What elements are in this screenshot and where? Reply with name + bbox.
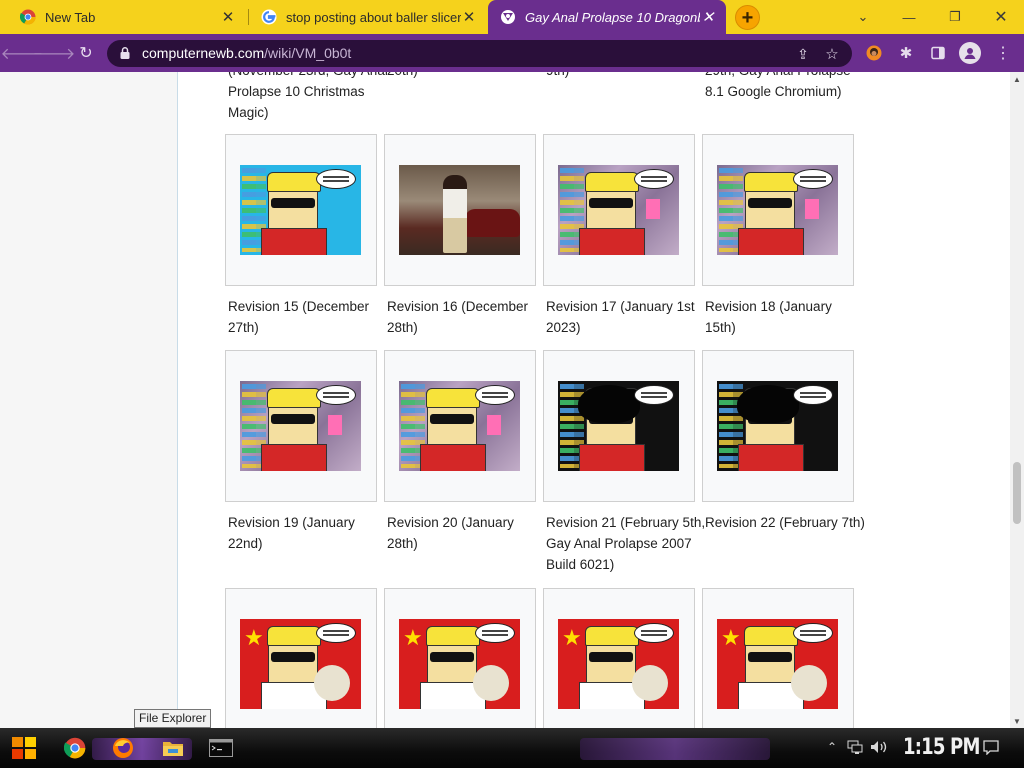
profile-avatar-icon[interactable] <box>959 42 981 64</box>
close-tab-icon[interactable]: ✕ <box>700 9 716 26</box>
forward-button[interactable]: 🡒 <box>33 41 76 65</box>
revision-screenshot-thumbnail[interactable]: ★ <box>399 619 520 709</box>
gallery-caption: Revision 21 (February 5th, Gay Anal Prol… <box>546 515 706 572</box>
close-tab-icon[interactable]: ✕ <box>461 9 477 26</box>
scrollbar-thumb[interactable] <box>1013 462 1021 524</box>
tab-new-tab[interactable]: New Tab ✕ <box>8 0 246 34</box>
wiki-favicon-icon <box>500 9 516 25</box>
tab-title: Gay Anal Prolapse 10 Dragonball <box>525 9 700 25</box>
taskbar: ⌃ 1:15 PM <box>0 728 1024 768</box>
gallery-caption: 20th) <box>387 72 547 81</box>
gallery-thumbnail-frame[interactable] <box>225 134 377 286</box>
gallery-thumbnail-frame[interactable] <box>384 350 536 502</box>
revision-screenshot-thumbnail[interactable]: ★ <box>240 619 361 709</box>
revision-screenshot-thumbnail[interactable] <box>240 381 361 471</box>
revision-screenshot-thumbnail[interactable]: ★ <box>558 619 679 709</box>
tab-active-wiki[interactable]: Gay Anal Prolapse 10 Dragonball ✕ <box>488 0 726 34</box>
gallery-caption: Revision 17 (January 1st 2023) <box>546 299 695 335</box>
file-explorer-icon[interactable] <box>161 736 185 760</box>
google-icon <box>261 9 277 25</box>
revision-screenshot-thumbnail[interactable]: ★ <box>717 619 838 709</box>
network-icon[interactable] <box>847 740 863 757</box>
revision-screenshot-thumbnail[interactable] <box>399 165 520 255</box>
gallery-caption: 9th) <box>546 72 706 81</box>
tray-overflow-icon[interactable]: ⌃ <box>827 740 837 754</box>
address-bar[interactable]: computernewb.com/wiki/VM_0b0t ⇪ ☆ <box>107 40 852 67</box>
wiki-sidebar <box>0 72 178 728</box>
taskbar-clock[interactable]: 1:15 PM <box>903 735 980 760</box>
tab-title: New Tab <box>45 9 96 25</box>
gallery-thumbnail-frame[interactable] <box>384 134 536 286</box>
gallery-thumbnail-frame[interactable]: ★ <box>543 588 695 728</box>
minimize-icon[interactable]: — <box>886 0 932 34</box>
revision-screenshot-thumbnail[interactable] <box>717 165 838 255</box>
bookmark-star-icon[interactable]: ☆ <box>824 46 840 63</box>
page-scrollbar[interactable]: ▲ ▼ <box>1010 72 1024 728</box>
gallery-thumbnail-frame[interactable] <box>702 134 854 286</box>
restore-icon[interactable]: ❐ <box>932 0 978 34</box>
gallery-caption: (November 23rd, Gay Anal Prolapse 10 Chr… <box>228 72 388 120</box>
gallery-thumbnail-frame[interactable] <box>543 350 695 502</box>
tab-strip: New Tab ✕ stop posting about baller slic… <box>0 0 1024 34</box>
tab-title: stop posting about baller slicer <box>286 9 461 25</box>
revision-screenshot-thumbnail[interactable] <box>399 381 520 471</box>
side-panel-icon[interactable] <box>929 44 947 62</box>
chrome-icon <box>20 9 36 25</box>
revision-screenshot-thumbnail[interactable] <box>240 165 361 255</box>
gallery-caption: Revision 22 (February 7th) <box>705 515 865 530</box>
gallery-thumbnail-frame[interactable] <box>225 350 377 502</box>
scroll-down-icon[interactable]: ▼ <box>1010 714 1024 728</box>
volume-icon[interactable] <box>870 740 888 757</box>
gallery-thumbnail-frame[interactable]: ★ <box>702 588 854 728</box>
taskbar-glow <box>580 738 770 760</box>
browser-toolbar: 🡐 🡒 ↻ computernewb.com/wiki/VM_0b0t ⇪ ☆ … <box>0 34 1024 72</box>
url-path: /wiki/VM_0b0t <box>264 45 352 61</box>
gallery-caption: Revision 16 (December 28th) <box>387 299 529 335</box>
url-host: computernewb.com <box>142 45 265 61</box>
gallery-thumbnail-frame[interactable]: ★ <box>384 588 536 728</box>
gallery-thumbnail-frame[interactable] <box>702 350 854 502</box>
gallery-caption: Revision 20 (January 28th) <box>387 515 514 551</box>
close-tab-icon[interactable]: ✕ <box>220 9 236 26</box>
extension-avatar-icon[interactable] <box>865 44 883 62</box>
gallery-thumbnail-frame[interactable] <box>543 134 695 286</box>
extensions-puzzle-icon[interactable]: ✱ <box>897 44 915 62</box>
revision-screenshot-thumbnail[interactable] <box>717 381 838 471</box>
revision-screenshot-thumbnail[interactable] <box>558 381 679 471</box>
gallery-caption: 29th, Gay Anal Prolapse 8.1 Google Chrom… <box>705 72 851 99</box>
url-text: computernewb.com/wiki/VM_0b0t <box>142 45 351 61</box>
start-icon[interactable] <box>9 733 39 763</box>
scroll-up-icon[interactable]: ▲ <box>1010 72 1024 86</box>
share-icon[interactable]: ⇪ <box>795 46 811 62</box>
page-content: (November 23rd, Gay Anal Prolapse 10 Chr… <box>0 72 1010 728</box>
tab-search-dropdown-icon[interactable]: ⌄ <box>840 0 886 34</box>
new-tab-button[interactable]: + <box>735 5 760 30</box>
gallery-caption: Revision 19 (January 22nd) <box>228 515 355 551</box>
revision-screenshot-thumbnail[interactable] <box>558 165 679 255</box>
chrome-icon[interactable] <box>63 736 87 760</box>
terminal-icon[interactable] <box>209 736 233 760</box>
reload-button[interactable]: ↻ <box>74 41 98 65</box>
tab-search[interactable]: stop posting about baller slicer ✕ <box>249 0 487 34</box>
gallery-caption: Revision 15 (December 27th) <box>228 299 370 335</box>
close-window-icon[interactable]: ✕ <box>978 0 1024 34</box>
gallery-thumbnail-frame[interactable]: ★ <box>225 588 377 728</box>
menu-kebab-icon[interactable]: ⋮ <box>994 44 1012 62</box>
back-button[interactable]: 🡐 <box>1 41 44 65</box>
taskbar-tooltip: File Explorer <box>134 709 212 728</box>
firefox-icon[interactable] <box>111 736 135 760</box>
gallery-caption: Revision 18 (January 15th) <box>705 299 832 335</box>
notification-center-icon[interactable] <box>983 740 999 758</box>
lock-icon <box>120 47 130 59</box>
